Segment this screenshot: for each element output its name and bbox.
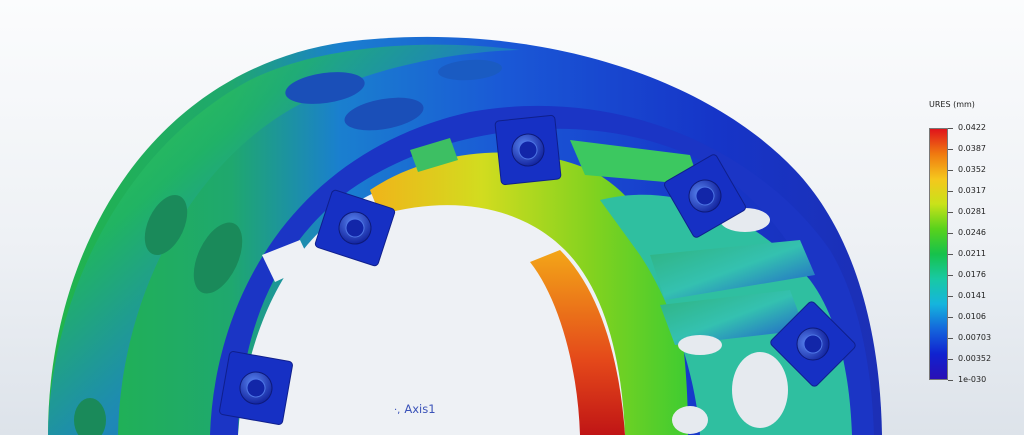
legend-tick-mark: [948, 191, 953, 192]
legend-tick-label: 0.00352: [958, 354, 992, 363]
web-hole: [672, 406, 708, 434]
axis-name: Axis1: [404, 402, 436, 416]
model-viewport[interactable]: [0, 0, 1024, 435]
legend-tick-label: 0.0106: [958, 312, 986, 321]
legend-tick-label: 0.0176: [958, 270, 986, 279]
legend-tick-mark: [948, 149, 953, 150]
bolt-pad: [494, 114, 562, 186]
legend-tick-mark: [948, 317, 953, 318]
legend-tick-mark: [948, 380, 953, 381]
bolt-pad: [219, 351, 293, 425]
legend-tick-label: 0.0281: [958, 207, 986, 216]
legend-tick-mark: [948, 254, 953, 255]
legend-tick-label: 0.0422: [958, 123, 986, 132]
legend-tick-label: 0.0211: [958, 249, 986, 258]
legend-tick-mark: [948, 296, 953, 297]
legend-tick-mark: [948, 275, 953, 276]
axis-triad-label[interactable]: ·, Axis1: [394, 402, 436, 416]
legend-tick-mark: [948, 233, 953, 234]
legend-tick-label: 0.00703: [958, 333, 992, 342]
legend-tick-label: 0.0317: [958, 186, 986, 195]
legend-tick-label: 0.0352: [958, 165, 986, 174]
legend-tick-label: 0.0387: [958, 144, 986, 153]
legend-tick-mark: [948, 338, 953, 339]
color-legend: URES (mm) 0.0422 0.0387 0.0352 0.0317 0.0281…: [925, 98, 1020, 393]
legend-tick-label: 0.0246: [958, 228, 986, 237]
legend-title: URES (mm): [929, 100, 975, 109]
axis-icon: ·,: [394, 405, 401, 416]
legend-tick-mark: [948, 212, 953, 213]
legend-color-bar: [929, 128, 948, 380]
legend-tick-mark: [948, 170, 953, 171]
legend-tick-label: 1e-030: [958, 375, 987, 384]
legend-tick-mark: [948, 128, 953, 129]
legend-tick-mark: [948, 359, 953, 360]
web-hole: [678, 335, 722, 355]
legend-tick-label: 0.0141: [958, 291, 986, 300]
web-hole: [732, 352, 788, 428]
